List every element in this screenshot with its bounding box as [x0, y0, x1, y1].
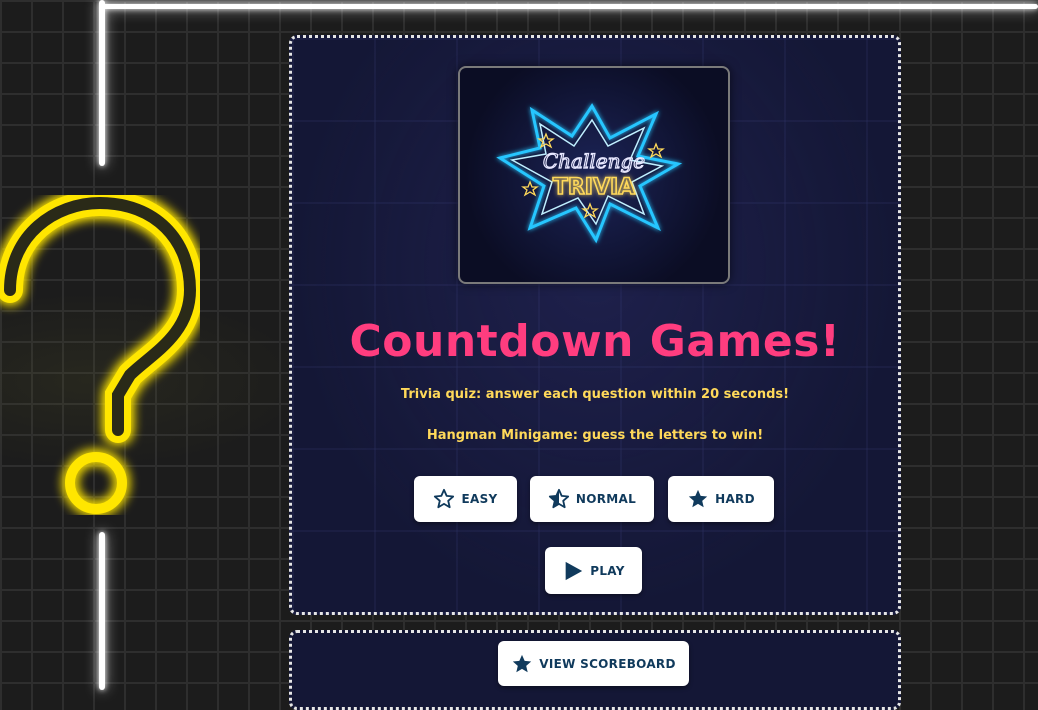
star-filled-icon: [513, 654, 532, 672]
logo-text-trivia: TRIVIA: [553, 175, 635, 200]
easy-button-label: EASY: [461, 492, 498, 506]
play-icon: [565, 561, 583, 580]
star-filled-icon: [688, 489, 708, 508]
hangman-description: Hangman Minigame: guess the letters to w…: [426, 428, 764, 443]
challenge-trivia-logo-icon: Challenge TRIVIA: [496, 103, 683, 244]
neon-question-mark-icon: [0, 195, 200, 514]
star-half-icon: [548, 488, 569, 509]
play-button-label: PLAY: [590, 563, 625, 578]
easy-button[interactable]: EASY: [414, 476, 517, 522]
trivia-logo: Challenge TRIVIA: [458, 66, 730, 284]
view-scoreboard-button[interactable]: VIEW SCOREBOARD: [498, 641, 689, 686]
normal-button-label: NORMAL: [575, 492, 637, 506]
neon-frame-left-bottom: [99, 532, 105, 690]
page-title: Countdown Games!: [349, 316, 841, 367]
neon-frame-top: [102, 4, 1038, 9]
play-button[interactable]: PLAY: [545, 547, 642, 594]
hard-button-label: HARD: [715, 492, 755, 506]
neon-frame-left-top: [99, 0, 105, 166]
trivia-description: Trivia quiz: answer each question within…: [400, 387, 790, 402]
view-scoreboard-label: VIEW SCOREBOARD: [539, 656, 676, 671]
logo-text-challenge: Challenge: [543, 149, 645, 173]
normal-button[interactable]: NORMAL: [530, 476, 654, 522]
star-outline-icon: [434, 488, 455, 509]
hard-button[interactable]: HARD: [668, 476, 774, 522]
